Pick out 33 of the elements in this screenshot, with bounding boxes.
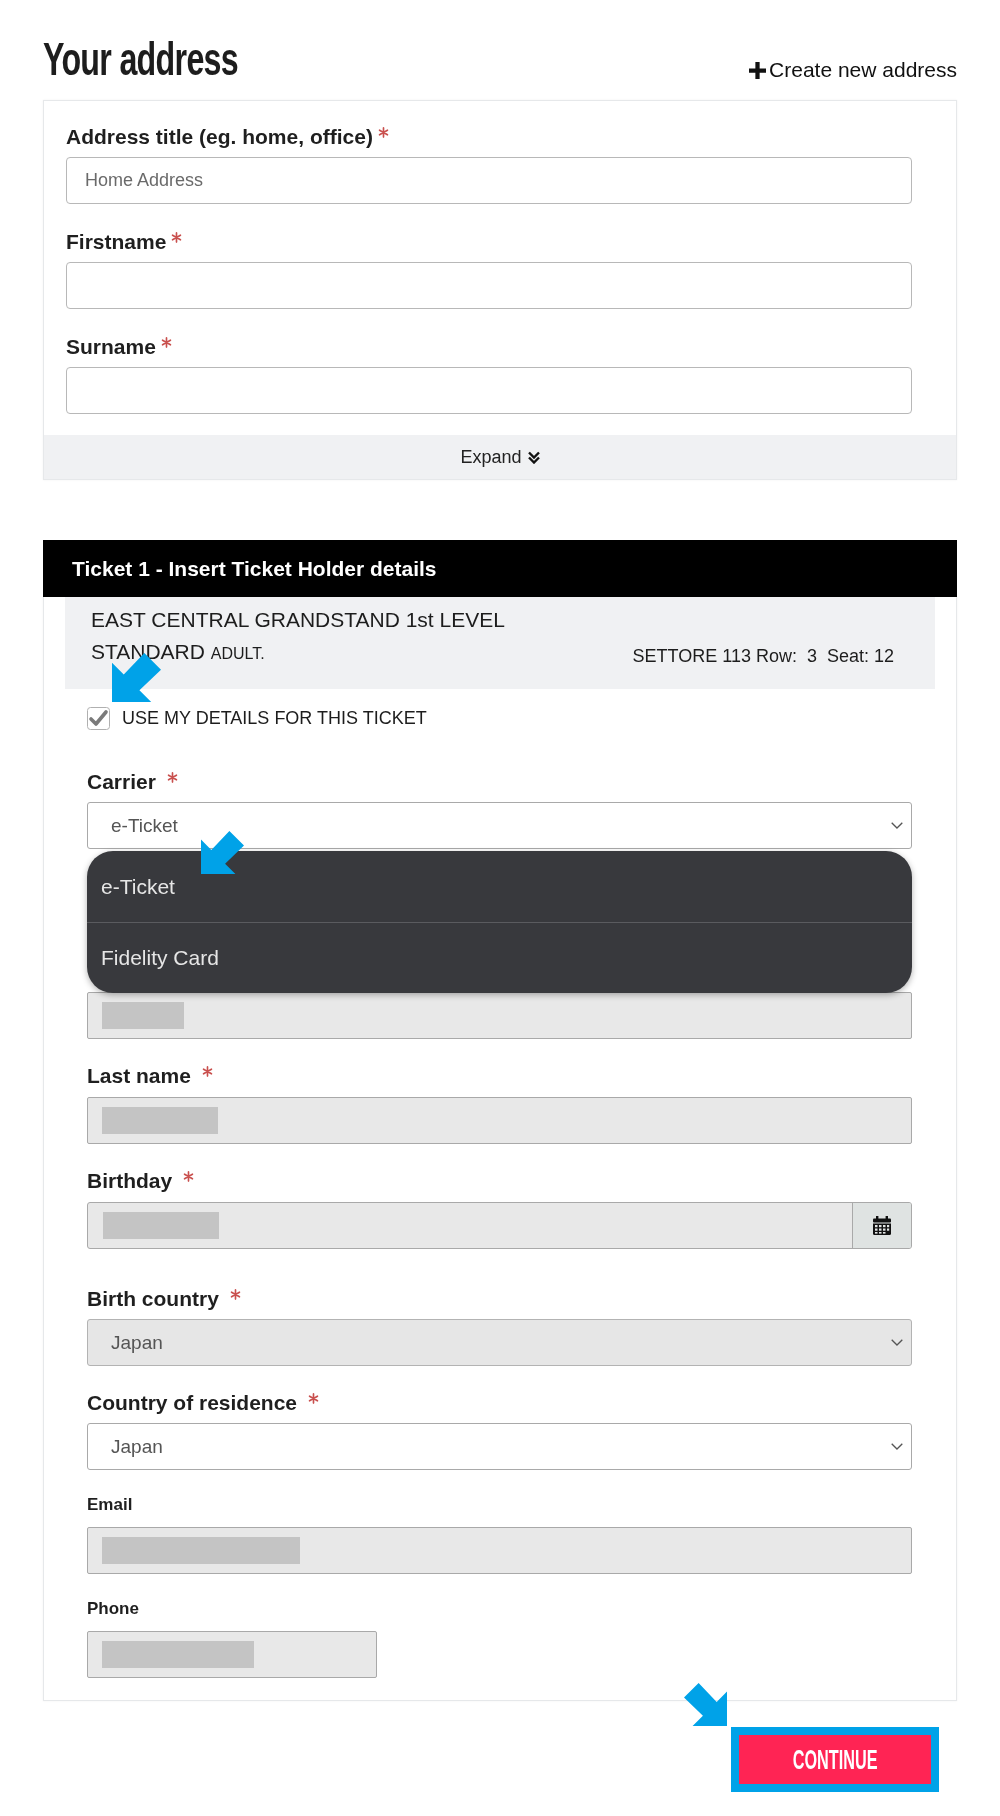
input-field[interactable] xyxy=(66,262,912,309)
calendar-icon xyxy=(873,1216,891,1235)
field-label: Phone xyxy=(87,1598,139,1620)
create-address-link[interactable]: Create new address xyxy=(749,58,957,82)
chevron-down-icon xyxy=(891,1443,903,1450)
continue-button[interactable]: CONTINUE xyxy=(739,1735,931,1784)
field-label: Firstname xyxy=(66,229,167,255)
double-chevron-down-icon xyxy=(527,450,540,464)
chevron-down-icon xyxy=(891,1339,903,1346)
checkbox-label: USE MY DETAILS FOR THIS TICKET xyxy=(122,707,427,730)
chevron-down-icon xyxy=(891,822,903,829)
field-label: Birth country xyxy=(87,1286,219,1312)
pointer-arrow-icon xyxy=(201,831,244,874)
plus-icon xyxy=(749,61,767,79)
field-label: Last name xyxy=(87,1063,191,1089)
field-label: Email xyxy=(87,1494,133,1516)
section-header: Ticket 1 - Insert Ticket Holder details xyxy=(43,540,957,597)
expand-button[interactable]: Expand xyxy=(44,435,956,479)
input-field[interactable]: Home Address xyxy=(66,157,912,204)
field-label: Address title (eg. home, office) xyxy=(66,124,373,150)
select-field[interactable]: e-Ticket xyxy=(87,802,912,849)
field-label: Birthday xyxy=(87,1168,173,1194)
select-field[interactable]: Japan xyxy=(87,1423,912,1470)
pointer-arrow-icon xyxy=(684,1683,727,1726)
dropdown-option[interactable]: e-Ticket xyxy=(87,851,912,922)
checkbox[interactable] xyxy=(87,707,110,730)
input-field[interactable] xyxy=(66,367,912,414)
field-label: Surname xyxy=(66,334,156,360)
page-title: Your address xyxy=(43,36,238,82)
field-label: Country of residence xyxy=(87,1390,298,1416)
field-label: Carrier xyxy=(87,769,156,795)
seat-location: SETTORE 113 Row: 3 Seat: 12 xyxy=(632,645,894,668)
seat-description: EAST CENTRAL GRANDSTAND 1st LEVEL STANDARD ADULT. xyxy=(91,607,506,665)
